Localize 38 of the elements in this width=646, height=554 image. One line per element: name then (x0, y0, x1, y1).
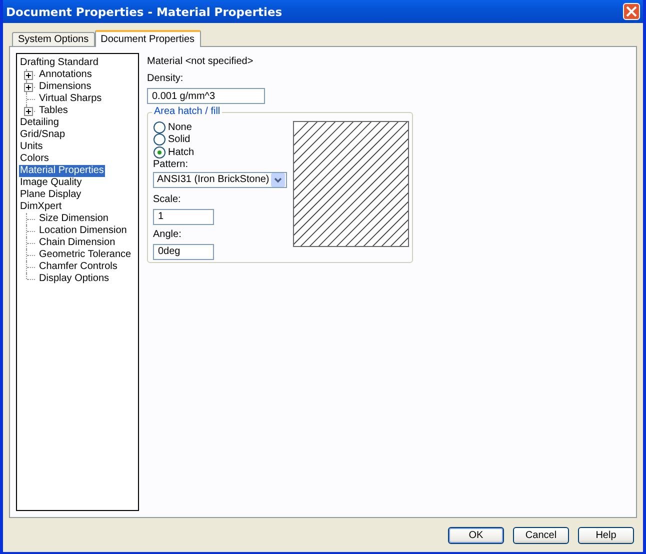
dialog-button[interactable]: Cancel (513, 527, 569, 544)
tree-item[interactable]: Location Dimension (38, 225, 128, 237)
tree-item[interactable]: Chamfer Controls (38, 261, 118, 273)
tree-item[interactable]: Colors (19, 153, 50, 165)
tree-item[interactable]: Annotations (38, 69, 93, 81)
tree-item[interactable]: Geometric Tolerance (38, 249, 132, 261)
tree-item[interactable]: Dimensions (38, 81, 92, 93)
tab[interactable]: Document Properties (94, 30, 201, 47)
tree-item[interactable]: Drafting Standard (19, 57, 100, 69)
radio-option[interactable]: Hatch (153, 146, 194, 158)
pattern-label: Pattern: (153, 158, 188, 170)
tree-item[interactable]: Plane Display (19, 189, 82, 201)
dialog-button[interactable]: Help (578, 527, 634, 544)
tree-item[interactable]: Image Quality (19, 177, 83, 189)
angle-label: Angle: (153, 228, 182, 240)
tree-item[interactable]: Tables (38, 105, 69, 117)
tree-item[interactable]: Virtual Sharps (38, 93, 103, 105)
pattern-dropdown[interactable]: ANSI31 (Iron BrickStone) (153, 172, 288, 188)
scale-field[interactable]: 1 (153, 208, 214, 224)
tab[interactable]: System Options (12, 32, 95, 46)
tree-item[interactable]: Detailing (19, 117, 60, 129)
scale-label: Scale: (153, 194, 181, 206)
tree-item[interactable]: DimXpert (19, 201, 63, 213)
tree-item[interactable]: Material Properties (19, 165, 105, 177)
density-label: Density: (147, 73, 184, 85)
tree-item[interactable]: Chain Dimension (38, 237, 116, 249)
radio-option[interactable]: Solid (153, 134, 190, 146)
tree-item[interactable]: Display Options (38, 273, 110, 285)
radio-option[interactable]: None (153, 121, 192, 134)
tree-item[interactable]: Grid/Snap (19, 129, 66, 141)
window-title: Document Properties - Material Properties (6, 4, 282, 18)
density-field[interactable]: 0.001 g/mm^3 (147, 88, 265, 104)
tree-item[interactable]: Size Dimension (38, 213, 110, 225)
group-title: Area hatch / fill (152, 106, 222, 117)
angle-field[interactable]: 0deg (153, 244, 214, 260)
dialog-button[interactable]: OK (448, 527, 504, 544)
material-label: Material <not specified> (147, 56, 254, 68)
tree-item[interactable]: Units (19, 141, 44, 153)
